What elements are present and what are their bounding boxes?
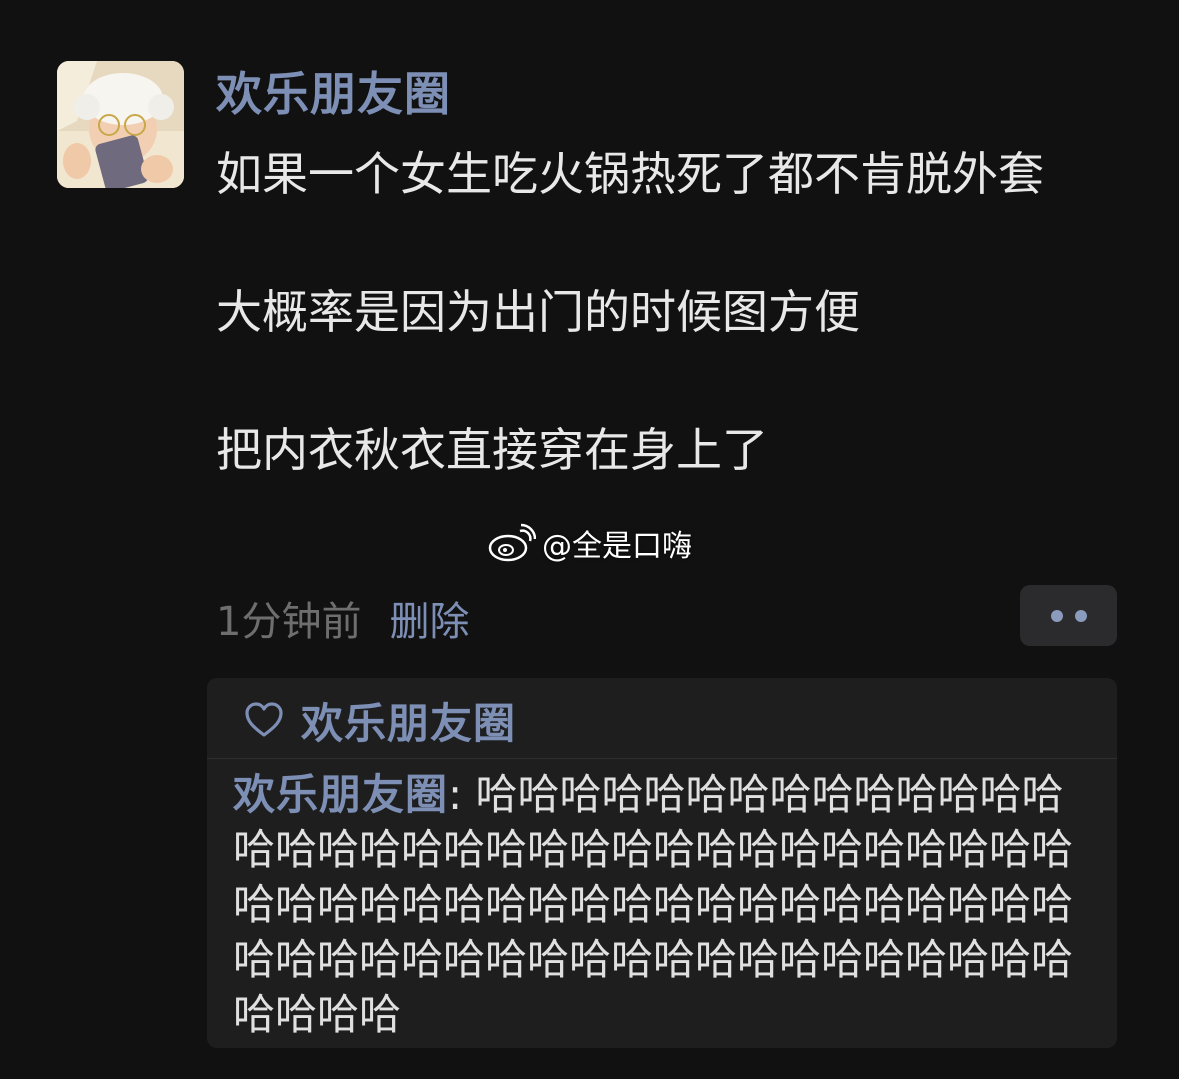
watermark: @全是口嗨 <box>488 521 692 565</box>
avatar[interactable] <box>57 61 184 188</box>
likes-row: 欢乐朋友圈 <box>243 690 516 750</box>
liker-name[interactable]: 欢乐朋友圈 <box>301 690 516 751</box>
comment-separator: : <box>448 770 476 819</box>
comment[interactable]: 欢乐朋友圈: 哈哈哈哈哈哈哈哈哈哈哈哈哈哈哈哈哈哈哈哈哈哈哈哈哈哈哈哈哈哈哈哈哈… <box>233 767 1095 1042</box>
weibo-logo-icon <box>488 523 536 562</box>
post-meta: 1分钟前 删除 <box>216 588 469 648</box>
post-timestamp: 1分钟前 <box>216 599 362 645</box>
more-dots-icon <box>1074 609 1087 622</box>
post-paragraph: 大概率是因为出门的时候图方便 <box>216 285 860 339</box>
baby-avatar-photo <box>57 61 184 188</box>
divider <box>207 758 1117 759</box>
reaction-panel: 欢乐朋友圈 欢乐朋友圈: 哈哈哈哈哈哈哈哈哈哈哈哈哈哈哈哈哈哈哈哈哈哈哈哈哈哈哈… <box>207 678 1117 1048</box>
heart-icon <box>245 702 283 737</box>
delete-link[interactable]: 删除 <box>389 589 469 647</box>
post-author-name[interactable]: 欢乐朋友圈 <box>216 64 451 124</box>
post-paragraph: 把内衣秋衣直接穿在身上了 <box>216 423 768 477</box>
comment-author[interactable]: 欢乐朋友圈 <box>233 770 448 819</box>
more-dots-icon <box>1050 609 1063 622</box>
post-content: 如果一个女生吃火锅热死了都不肯脱外套 大概率是因为出门的时候图方便 把内衣秋衣直… <box>216 140 1121 485</box>
more-button[interactable] <box>1020 585 1117 646</box>
watermark-text: @全是口嗨 <box>542 529 692 564</box>
post-paragraph: 如果一个女生吃火锅热死了都不肯脱外套 <box>216 147 1044 201</box>
